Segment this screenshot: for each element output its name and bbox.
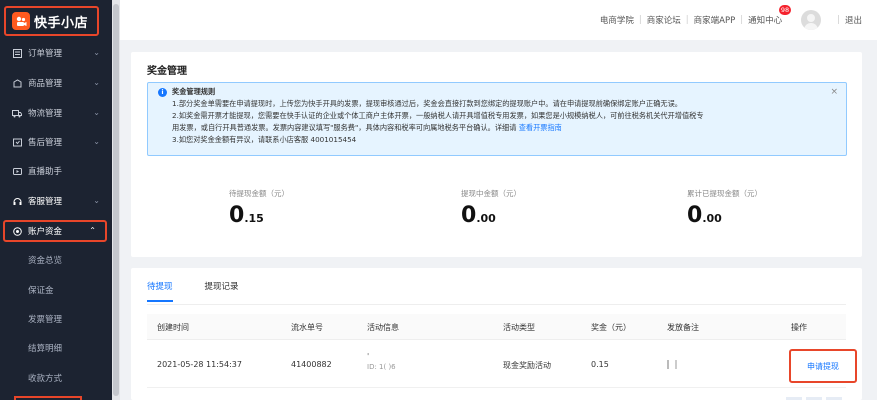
scrollbar-thumb[interactable] [113, 4, 119, 396]
sidebar-item-account-funds[interactable]: 账户资金 ⌃ [3, 220, 107, 242]
column-header: 操作 [791, 323, 807, 332]
cell-activity-info: ' ID: 1( )6 [367, 352, 396, 371]
info-icon: i [158, 87, 167, 97]
sidebar-highlight-box [14, 396, 82, 400]
stat-pending: 待提现金额（元） 0.15 [229, 188, 289, 228]
cell-activity-type: 现金奖励活动 [503, 361, 551, 370]
column-header: 活动信息 [367, 323, 399, 332]
column-header: 创建时间 [157, 323, 189, 332]
column-header: 流水单号 [291, 323, 323, 332]
link-ecommerce-academy[interactable]: 电商学院 [595, 14, 639, 26]
column-header: 发放备注 [667, 323, 699, 332]
link-merchant-forum[interactable]: 商家论坛 [642, 14, 686, 26]
sidebar-item-aftersale[interactable]: 售后管理 ⌄ [0, 131, 112, 153]
notice-line: 1.部分奖金单需要在申请提现时，上传您为快手开具的发票，提现审核通过后，奖金会直… [172, 99, 682, 108]
sidebar-item-customer-service[interactable]: 客服管理 ⌄ [0, 190, 112, 212]
link-notification-center[interactable]: 通知中心 98 [743, 5, 792, 26]
table-row: 2021-05-28 11:54:37 41400882 ' ID: 1( )6… [147, 344, 857, 388]
sidebar-item-orders[interactable]: 订单管理 ⌄ [0, 42, 112, 64]
sidebar-item-live[interactable]: 直播助手 [0, 160, 112, 182]
activity-id: ID: 1( )6 [367, 363, 396, 371]
chevron-down-icon: ⌄ [93, 196, 100, 205]
close-icon[interactable]: × [830, 86, 838, 98]
sidebar-subitem-payment-method[interactable]: 收款方式 [0, 367, 112, 389]
sidebar: 快手小店 订单管理 ⌄ 商品管理 ⌄ 物流管理 ⌄ 售后管理 ⌄ 直播助手 客服… [0, 0, 112, 400]
notice-line: 用发票，或自行开具普通发票。发票内容建议填写"服务费"，具体内容和税率可向属地税… [172, 123, 562, 132]
tab-withdraw-records[interactable]: 提现记录 [205, 280, 239, 302]
chevron-down-icon: ⌄ [93, 137, 100, 146]
sidebar-subitem-funds-overview[interactable]: 资金总览 [0, 249, 112, 271]
wallet-icon [12, 226, 22, 236]
column-header: 活动类型 [503, 323, 535, 332]
sidebar-subitem-invoice[interactable]: 发票管理 [0, 308, 112, 330]
stat-label: 提现中金额（元） [461, 189, 521, 198]
invoice-guide-link[interactable]: 查看开票指南 [519, 123, 562, 132]
brand-name: 快手小店 [34, 15, 89, 31]
withdraw-card: 待提现 提现记录 创建时间 流水单号 活动信息 活动类型 奖金（元） 发放备注 … [131, 268, 862, 400]
stat-value-int: 0 [461, 203, 477, 228]
kuaishou-logo-icon [12, 12, 30, 30]
service-icon [12, 196, 22, 206]
sidebar-item-logistics[interactable]: 物流管理 ⌄ [0, 102, 112, 124]
column-header: 奖金（元） [591, 323, 631, 332]
withdraw-tabs: 待提现 提现记录 [147, 280, 271, 302]
stat-value-dec: .00 [702, 212, 722, 225]
notification-badge: 98 [778, 5, 792, 15]
page-title: 奖金管理 [147, 66, 187, 77]
sidebar-item-label: 物流管理 [28, 109, 63, 119]
notice-line: 2.如奖金需开票才能提现，您需要在快手认证的企业或个体工商户主体开票，一般纳税人… [172, 111, 704, 120]
sidebar-item-label: 售后管理 [28, 138, 63, 148]
cell-remark [667, 360, 681, 371]
stat-label: 累计已提现金额（元） [687, 189, 762, 198]
cell-created-time: 2021-05-28 11:54:37 [157, 360, 242, 369]
divider [147, 304, 846, 305]
sidebar-item-label: 账户资金 [28, 227, 63, 237]
stat-value-dec: .15 [244, 212, 264, 225]
sidebar-subitem-settlement[interactable]: 结算明细 [0, 337, 112, 359]
sidebar-subitem-deposit[interactable]: 保证金 [0, 279, 112, 301]
sidebar-scrollbar[interactable] [112, 0, 120, 400]
notification-label: 通知中心 [748, 16, 783, 26]
activity-name: ' [367, 352, 370, 361]
chevron-down-icon: ⌄ [93, 78, 100, 87]
avatar[interactable] [801, 10, 822, 30]
aftersale-icon [12, 137, 22, 147]
chevron-up-icon: ⌃ [89, 226, 96, 235]
apply-withdraw-label: 申请提现 [807, 361, 839, 371]
goods-icon [12, 78, 22, 88]
notice-title: 奖金管理规则 [172, 87, 216, 96]
cell-bonus-amount: 0.15 [591, 360, 609, 369]
live-icon [12, 166, 22, 176]
stat-value-int: 0 [229, 203, 245, 228]
header-links: 电商学院 | 商家论坛 | 商家端APP | 通知中心 98 | 退出 [595, 0, 867, 40]
chevron-down-icon: ⌄ [93, 108, 100, 117]
table-header: 创建时间 流水单号 活动信息 活动类型 奖金（元） 发放备注 操作 [147, 314, 846, 340]
sidebar-item-label: 订单管理 [28, 49, 63, 59]
apply-withdraw-button[interactable]: 申请提现 [789, 349, 857, 383]
rules-notice: i 奖金管理规则 1.部分奖金单需要在申请提现时，上传您为快手开具的发票，提现审… [147, 82, 847, 156]
cell-serial-number: 41400882 [291, 360, 332, 369]
notice-line: 3.如您对奖金金额有异议，请联系小店客服 4001015454 [172, 135, 357, 144]
logout-button[interactable]: 退出 [840, 14, 867, 26]
stat-total-withdrawn: 累计已提现金额（元） 0.00 [687, 188, 762, 228]
brand-logo[interactable]: 快手小店 [4, 6, 99, 36]
sidebar-item-label: 客服管理 [28, 197, 63, 207]
chevron-down-icon: ⌄ [93, 48, 100, 57]
link-merchant-app[interactable]: 商家端APP [689, 14, 741, 26]
tab-pending-withdraw[interactable]: 待提现 [147, 280, 173, 302]
stat-value-int: 0 [687, 203, 703, 228]
bonus-management-card: 奖金管理 i 奖金管理规则 1.部分奖金单需要在申请提现时，上传您为快手开具的发… [131, 52, 862, 257]
truck-icon [12, 108, 22, 118]
sidebar-item-label: 直播助手 [28, 167, 63, 177]
stat-label: 待提现金额（元） [229, 189, 289, 198]
order-icon [12, 48, 22, 58]
top-header: 电商学院 | 商家论坛 | 商家端APP | 通知中心 98 | 退出 [120, 0, 877, 40]
sidebar-item-goods[interactable]: 商品管理 ⌄ [0, 72, 112, 94]
stat-value-dec: .00 [476, 212, 496, 225]
stat-in-progress: 提现中金额（元） 0.00 [461, 188, 521, 228]
sidebar-item-label: 商品管理 [28, 79, 63, 89]
